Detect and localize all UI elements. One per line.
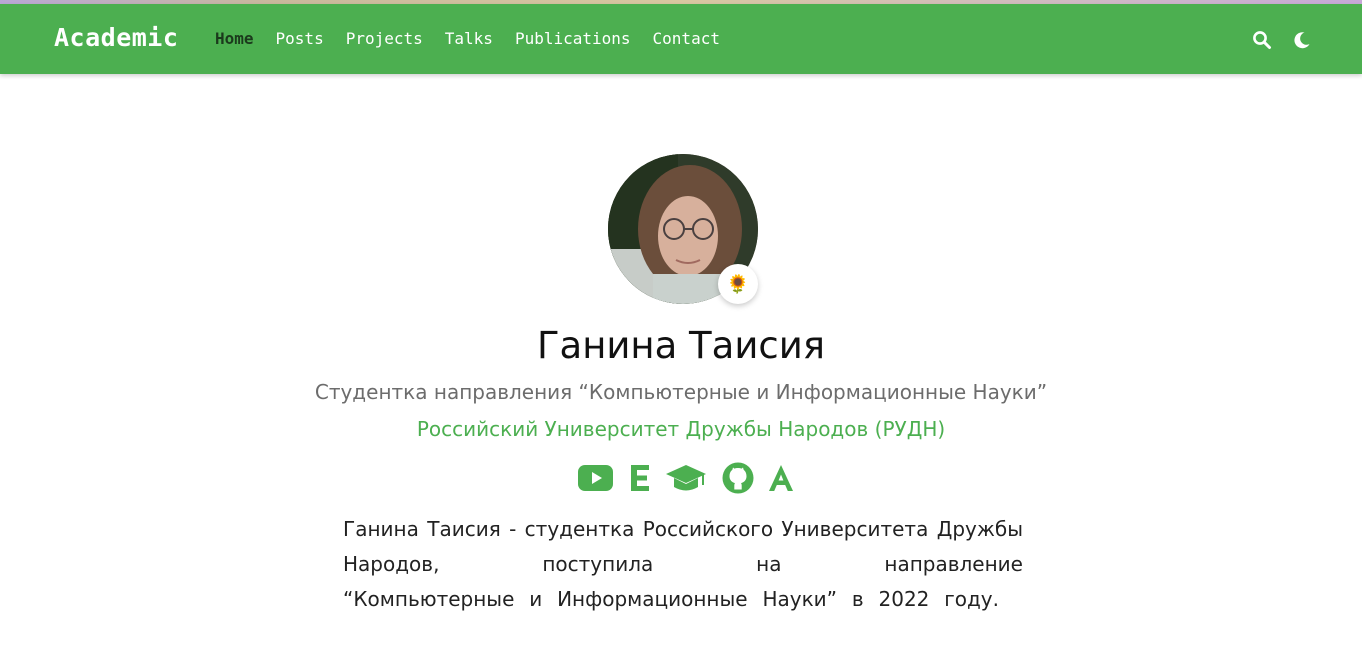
a-icon[interactable] [768,461,794,495]
status-emoji-badge: 🌻 [718,264,758,304]
profile-role: Студентка направления “Компьютерные и Ин… [314,380,1048,404]
nav-link-contact[interactable]: Contact [653,29,720,48]
brand-logo[interactable]: Academic [54,23,178,52]
nav-icons [1252,30,1312,50]
nav-link-talks[interactable]: Talks [445,29,493,48]
e-icon[interactable] [629,461,651,495]
social-links [578,458,794,498]
navbar: Academic Home Posts Projects Talks Publi… [0,4,1362,74]
moon-icon[interactable] [1292,30,1312,50]
search-icon[interactable] [1252,30,1272,50]
bio-paragraph-last-line: “Компьютерные и Информационные Науки” в … [343,587,999,611]
nav-link-posts[interactable]: Posts [276,29,324,48]
nav-links: Home Posts Projects Talks Publications C… [215,29,742,48]
github-icon[interactable] [722,461,754,495]
nav-link-publications[interactable]: Publications [515,29,631,48]
profile-name: Ганина Таисия [536,324,826,367]
profile-organization-link[interactable]: Российский Университет Дружбы Народов (Р… [0,417,1362,441]
bio-paragraph: Ганина Таисия - студентка Российского Ун… [343,517,1023,576]
avatar-container: 🌻 [608,154,758,304]
nav-link-home[interactable]: Home [215,29,254,48]
youtube-icon[interactable] [578,461,614,495]
nav-link-projects[interactable]: Projects [346,29,423,48]
graduation-cap-icon[interactable] [665,461,707,495]
